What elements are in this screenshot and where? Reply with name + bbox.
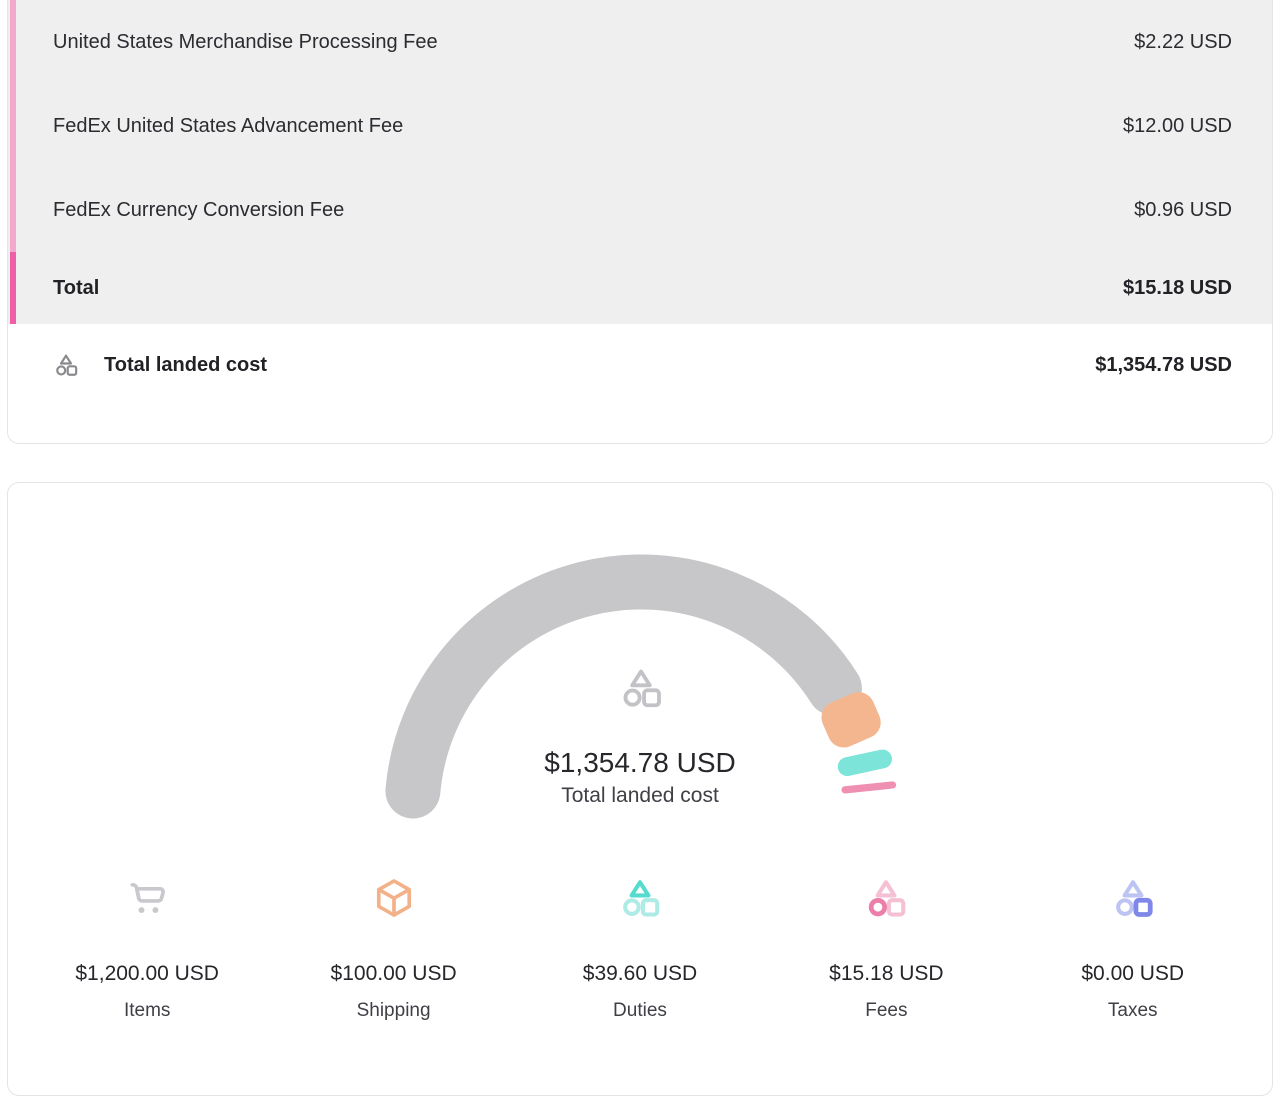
fee-row: FedEx United States Advancement Fee $12.… bbox=[8, 84, 1272, 168]
total-landed-cost-label: Total landed cost bbox=[104, 352, 267, 378]
cart-icon bbox=[125, 876, 169, 920]
fee-amount: $0.96 USD bbox=[1134, 199, 1232, 222]
legend-label: Duties bbox=[613, 1000, 667, 1022]
fee-row: United States Merchandise Processing Fee… bbox=[8, 0, 1272, 84]
total-landed-cost-row: Total landed cost $1,354.78 USD bbox=[8, 324, 1272, 443]
legend-label: Shipping bbox=[357, 1000, 431, 1022]
legend-amount: $0.00 USD bbox=[1081, 962, 1184, 986]
total-landed-cost-amount: $1,354.78 USD bbox=[1095, 352, 1232, 378]
legend-amount: $15.18 USD bbox=[829, 962, 943, 986]
shapes-triangle-icon bbox=[618, 876, 662, 920]
legend-label: Items bbox=[124, 1000, 170, 1022]
fee-amount: $12.00 USD bbox=[1123, 115, 1232, 138]
fee-label: FedEx Currency Conversion Fee bbox=[53, 199, 344, 222]
fee-row: FedEx Currency Conversion Fee $0.96 USD bbox=[8, 168, 1272, 252]
legend-amount: $100.00 USD bbox=[331, 962, 457, 986]
shapes-circle-icon bbox=[864, 876, 908, 920]
package-icon bbox=[372, 876, 416, 920]
legend-amount: $1,200.00 USD bbox=[75, 962, 219, 986]
shapes-square-icon bbox=[1111, 876, 1155, 920]
fees-panel: United States Merchandise Processing Fee… bbox=[8, 0, 1272, 324]
legend-label: Taxes bbox=[1108, 1000, 1158, 1022]
shapes-icon bbox=[53, 352, 79, 378]
fee-amount: $2.22 USD bbox=[1134, 31, 1232, 54]
accent-bar-total bbox=[10, 252, 16, 324]
gauge-center-label: Total landed cost bbox=[8, 784, 1272, 808]
legend-item-shipping: $100.00 USD Shipping bbox=[294, 876, 494, 1022]
legend-item-fees: $15.18 USD Fees bbox=[786, 876, 986, 1022]
shapes-icon bbox=[618, 665, 664, 711]
fee-breakdown-card: United States Merchandise Processing Fee… bbox=[7, 0, 1273, 444]
fees-total-row: Total $15.18 USD bbox=[8, 252, 1272, 324]
legend-item-duties: $39.60 USD Duties bbox=[540, 876, 740, 1022]
fee-label: United States Merchandise Processing Fee bbox=[53, 31, 438, 54]
legend-item-items: $1,200.00 USD Items bbox=[47, 876, 247, 1022]
fees-total-label: Total bbox=[53, 277, 99, 300]
legend-item-taxes: $0.00 USD Taxes bbox=[1033, 876, 1233, 1022]
fees-total-amount: $15.18 USD bbox=[1123, 277, 1232, 300]
gauge-center-value: $1,354.78 USD bbox=[8, 747, 1272, 779]
gauge-legend: $1,200.00 USD Items $100.00 USD Shipping… bbox=[8, 876, 1272, 1022]
landed-cost-gauge-card: $1,354.78 USD Total landed cost $1,200.0… bbox=[7, 482, 1273, 1096]
fee-label: FedEx United States Advancement Fee bbox=[53, 115, 403, 138]
legend-label: Fees bbox=[865, 1000, 907, 1022]
accent-bar-light bbox=[10, 0, 16, 252]
legend-amount: $39.60 USD bbox=[583, 962, 697, 986]
